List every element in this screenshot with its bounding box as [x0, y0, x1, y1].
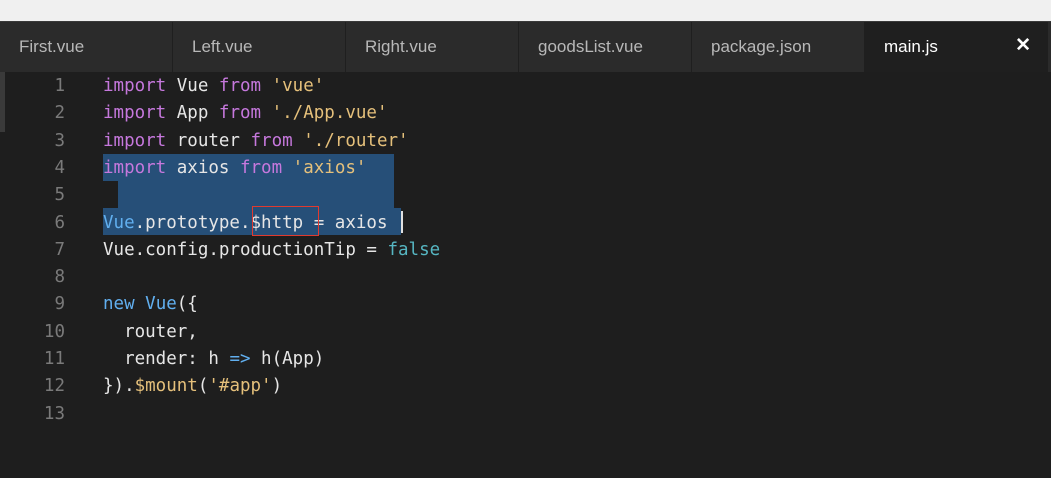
code-token: .prototype.	[134, 212, 251, 233]
line-number: 9	[54, 294, 65, 315]
code-token: Vue	[103, 212, 135, 233]
code-token: 'vue'	[261, 76, 325, 96]
code-text: import App from './App.vue'	[103, 100, 388, 127]
code-token: h(App)	[250, 349, 325, 369]
code-token: render: h	[103, 349, 230, 369]
code-line: 10 router,	[0, 319, 1051, 346]
highlight-box	[252, 206, 319, 236]
line-number: 13	[43, 403, 65, 424]
line-number: 4	[54, 157, 65, 178]
code-line: 4 import axios from 'axios'	[0, 155, 1051, 182]
code-line: 13	[0, 401, 1051, 428]
code-line: 2 import App from './App.vue'	[0, 100, 1051, 127]
code-text: import axios from 'axios'	[103, 155, 366, 182]
code-line: 7 Vue.config.productionTip = false	[0, 237, 1051, 264]
code-token: from	[239, 157, 283, 178]
line-number: 5	[54, 185, 65, 206]
window-top-strip	[0, 0, 1051, 22]
code-line: 9 new Vue({	[0, 291, 1051, 318]
line-number: 11	[43, 349, 65, 369]
text-caret	[401, 211, 403, 233]
code-token: App	[166, 103, 219, 124]
tab-label: First.vue	[19, 37, 85, 56]
code-token: false	[387, 239, 441, 260]
line-number: 7	[54, 239, 65, 260]
code-line: 5	[0, 182, 1051, 209]
code-text: Vue.config.productionTip = false	[103, 237, 440, 264]
code-line: 8	[0, 264, 1051, 291]
line-number: 6	[54, 212, 65, 233]
code-line: 1 import Vue from 'vue'	[0, 73, 1051, 100]
tab-label: main.js	[884, 37, 938, 56]
code-token: new	[103, 294, 135, 315]
code-token: Vue	[166, 76, 219, 96]
code-text: }).$mount('#app')	[103, 373, 282, 400]
code-token: 'axios'	[282, 157, 367, 178]
tab-package-json[interactable]: package.json	[692, 22, 865, 72]
tab-goodslist-vue[interactable]: goodsList.vue	[519, 22, 692, 72]
code-token: )	[271, 376, 283, 397]
tab-bar: First.vue Left.vue Right.vue goodsList.v…	[0, 22, 1051, 72]
line-number: 1	[54, 76, 65, 96]
tab-right-vue[interactable]: Right.vue	[346, 22, 519, 72]
code-token: router,	[103, 321, 198, 342]
line-number: 12	[43, 376, 65, 397]
code-token: import	[103, 157, 167, 178]
code-token: $mount	[134, 376, 198, 397]
code-token: from	[250, 130, 293, 151]
code-text: router,	[103, 319, 198, 346]
code-token: './router'	[292, 130, 409, 151]
tab-label: package.json	[711, 37, 812, 56]
code-token: './App.vue'	[261, 103, 388, 124]
code-text: import router from './router'	[103, 128, 409, 155]
tab-first-vue[interactable]: First.vue	[0, 22, 173, 72]
tab-label: goodsList.vue	[538, 37, 643, 56]
code-token: import	[103, 103, 167, 124]
code-line: 3 import router from './router'	[0, 128, 1051, 155]
line-number: 10	[43, 321, 65, 342]
code-text: Vue.prototype.$http = axios	[103, 210, 388, 237]
code-token: (	[197, 376, 209, 397]
code-line: 6 Vue.prototype.$http = axios	[0, 210, 1051, 237]
code-token: Vue.config.productionTip =	[103, 239, 388, 260]
code-text: new Vue({	[103, 291, 198, 318]
close-icon[interactable]: ✕	[1015, 36, 1031, 56]
code-token: '#app'	[208, 376, 272, 397]
line-number: 2	[54, 103, 65, 124]
tab-main-js[interactable]: main.js ✕	[865, 22, 1048, 72]
tab-left-vue[interactable]: Left.vue	[173, 22, 346, 72]
code-line: 12}).$mount('#app')	[0, 373, 1051, 400]
code-line: 11 render: h => h(App)	[0, 346, 1051, 373]
code-editor[interactable]: 1 import Vue from 'vue' 2 import App from '…	[0, 72, 1051, 478]
code-token: Vue	[145, 294, 177, 315]
code-token: import	[103, 130, 167, 151]
code-token: router	[166, 130, 251, 151]
code-token: ({	[176, 294, 198, 315]
code-token: }).	[103, 376, 135, 397]
line-number: 8	[54, 267, 65, 288]
code-text: render: h => h(App)	[103, 346, 324, 373]
code-text: import Vue from 'vue'	[103, 73, 324, 100]
code-token: from	[218, 76, 262, 96]
code-token: from	[218, 103, 262, 124]
code-token: =>	[229, 349, 251, 369]
tab-label: Left.vue	[192, 37, 253, 56]
line-number: 3	[54, 130, 65, 151]
code-token: axios	[166, 157, 240, 178]
tab-label: Right.vue	[365, 37, 437, 56]
code-token: import	[103, 76, 167, 96]
